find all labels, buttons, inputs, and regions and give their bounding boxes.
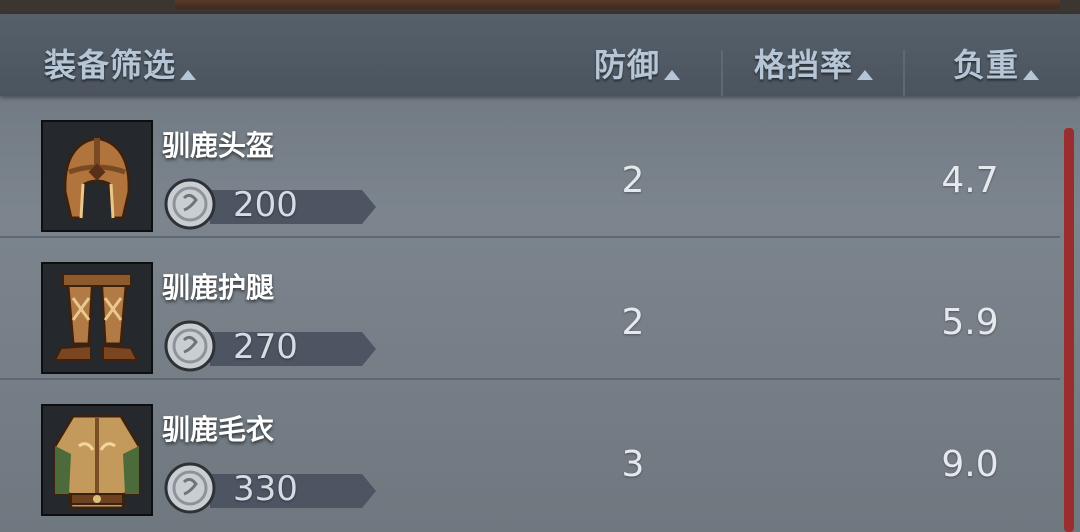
sort-triangle-icon: [664, 70, 681, 80]
block-rate-label: 格挡率: [754, 46, 854, 84]
defense-value: 2: [621, 160, 645, 201]
filter-sort-button[interactable]: 装备筛选: [44, 40, 197, 86]
scrollbar[interactable]: [1064, 128, 1074, 532]
equipment-row[interactable]: 驯鹿护腿 270 2 5.9: [0, 238, 1060, 380]
weight-sort-button[interactable]: 负重: [953, 40, 1040, 86]
leggings-icon: [41, 262, 153, 374]
column-divider: [721, 50, 723, 96]
top-wood-border: [0, 0, 1080, 14]
column-divider: [903, 50, 905, 96]
equipment-list-header: 装备筛选 防御 格挡率 负重: [0, 14, 1080, 96]
sort-triangle-icon: [857, 70, 874, 80]
weight-value: 4.7: [941, 160, 999, 201]
block-rate-sort-button[interactable]: 格挡率: [754, 40, 874, 86]
filter-label: 装备筛选: [44, 46, 177, 84]
weight-label: 负重: [953, 46, 1020, 84]
defense-sort-button[interactable]: 防御: [594, 40, 681, 86]
weight-value: 5.9: [941, 302, 999, 343]
defense-value: 3: [621, 444, 645, 485]
defense-value: 2: [621, 302, 645, 343]
item-name: 驯鹿头盔: [162, 129, 275, 162]
sweater-icon: [41, 404, 153, 516]
sort-triangle-icon: [1023, 70, 1040, 80]
item-name: 驯鹿毛衣: [162, 413, 275, 446]
silver-coin-icon: [164, 462, 216, 514]
weight-value: 9.0: [941, 444, 999, 485]
helmet-icon: [41, 120, 153, 232]
item-price: 330: [233, 469, 298, 509]
sort-triangle-icon: [180, 70, 197, 80]
silver-coin-icon: [164, 320, 216, 372]
item-name: 驯鹿护腿: [162, 271, 275, 304]
silver-coin-icon: [164, 178, 216, 230]
item-price: 200: [233, 185, 298, 225]
equipment-row[interactable]: 驯鹿毛衣 330 3 9.0: [0, 380, 1060, 522]
defense-label: 防御: [594, 46, 661, 84]
equipment-list: 驯鹿头盔 200 2 4.7 驯鹿护腿 270 2 5.9 驯鹿毛衣 330 3…: [0, 96, 1060, 532]
item-price: 270: [233, 327, 298, 367]
equipment-row[interactable]: 驯鹿头盔 200 2 4.7: [0, 96, 1060, 238]
wood-trim: [175, 0, 1060, 9]
